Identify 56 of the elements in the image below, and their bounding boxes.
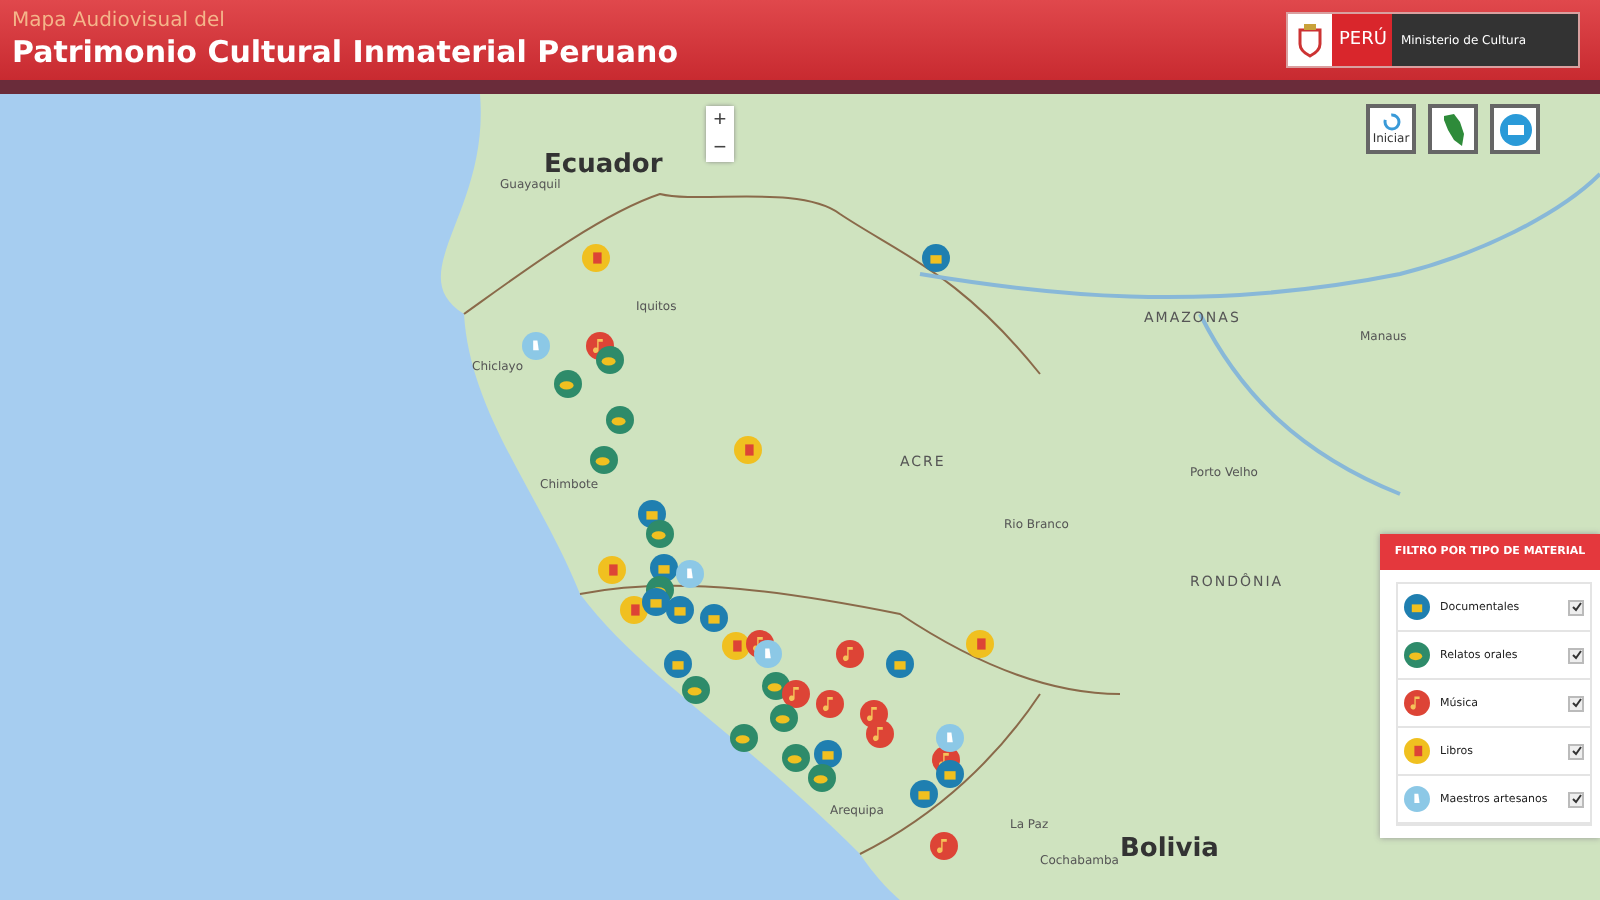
country-label: PERÚ [1332,14,1393,66]
relatos-marker-icon [590,446,618,474]
relatos-marker-icon [606,406,634,434]
documentales-marker-icon [922,244,950,272]
relatos-marker-icon [770,704,798,732]
checkbox[interactable] [1568,743,1584,759]
libros-marker-icon [598,556,626,584]
maestros-marker-icon [936,724,964,752]
maestros-marker-icon [676,560,704,588]
checkbox[interactable] [1568,599,1584,615]
documentales-marker-icon [700,604,728,632]
libros-marker-icon [722,632,750,660]
refresh-icon [1381,112,1401,132]
zoom-out-button[interactable]: − [706,134,734,162]
map-title: Patrimonio Cultural Inmaterial Peruano [12,33,678,71]
documentales-marker-icon [910,780,938,808]
musica-marker-icon [816,690,844,718]
country-shape-icon [1439,111,1467,147]
relatos-marker-icon [808,764,836,792]
relatos-marker-icon [782,744,810,772]
musica-marker-icon [836,640,864,668]
map-place-label: Bolivia [1120,834,1219,864]
map-place-label: Ecuador [544,150,663,180]
relatos-marker-icon [730,724,758,752]
documentales-marker-icon [664,650,692,678]
documentales-marker-icon [666,596,694,624]
relatos-marker-icon [554,370,582,398]
map-subtitle: Mapa Audiovisual del [12,9,227,33]
relatos-marker-icon [596,346,624,374]
musica-marker-icon [866,720,894,748]
coat-of-arms-icon [1288,14,1333,66]
mail-icon [1499,113,1531,145]
country-map-button[interactable] [1428,104,1478,154]
documentales-marker-icon [642,588,670,616]
documentales-marker-icon [814,740,842,768]
maestros-marker-icon [522,332,550,360]
libros-marker-icon [582,244,610,272]
musica-marker-icon [782,680,810,708]
maestros-marker-icon [754,640,782,668]
checkbox[interactable] [1568,791,1584,807]
musica-marker-icon [930,832,958,860]
documentales-marker-icon [886,650,914,678]
maestros-marker-icon [1404,786,1430,812]
libros-marker-icon [966,630,994,658]
checkbox[interactable] [1568,695,1584,711]
documentales-marker-icon [1404,594,1430,620]
libros-marker-icon [734,436,762,464]
zoom-in-button[interactable]: + [706,106,734,134]
mail-button[interactable] [1490,104,1540,154]
relatos-marker-icon [682,676,710,704]
checkbox[interactable] [1568,647,1584,663]
relatos-marker-icon [646,520,674,548]
documentales-marker-icon [936,760,964,788]
musica-marker-icon [1404,690,1430,716]
relatos-marker-icon [1404,642,1430,668]
libros-marker-icon [1404,738,1430,764]
